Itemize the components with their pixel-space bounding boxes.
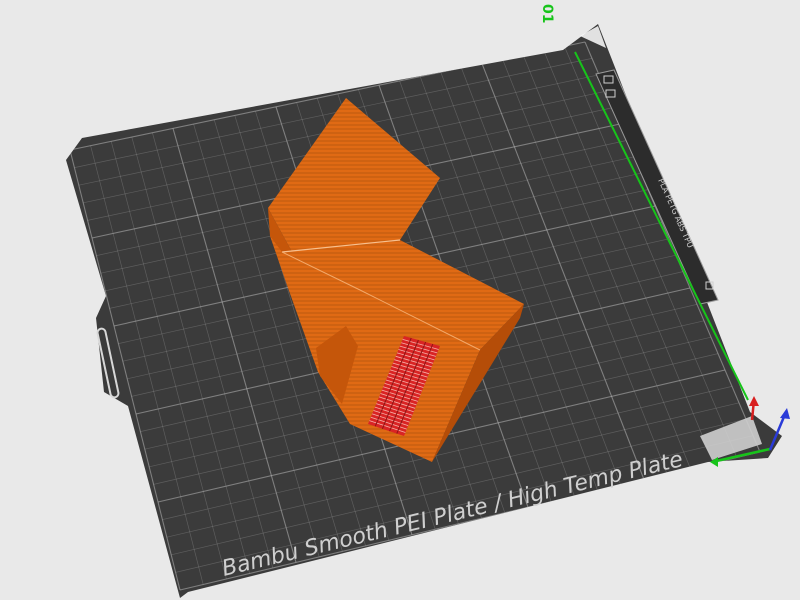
y-axis-arrow <box>749 396 759 406</box>
z-axis-arrow <box>780 408 790 419</box>
scene-canvas[interactable]: PLA PETG ABS TPU Bambu Smooth PEI Plate … <box>0 0 800 600</box>
3d-viewport[interactable]: PLA PETG ABS TPU Bambu Smooth PEI Plate … <box>0 0 800 600</box>
plate-number[interactable]: 01 <box>539 4 555 23</box>
